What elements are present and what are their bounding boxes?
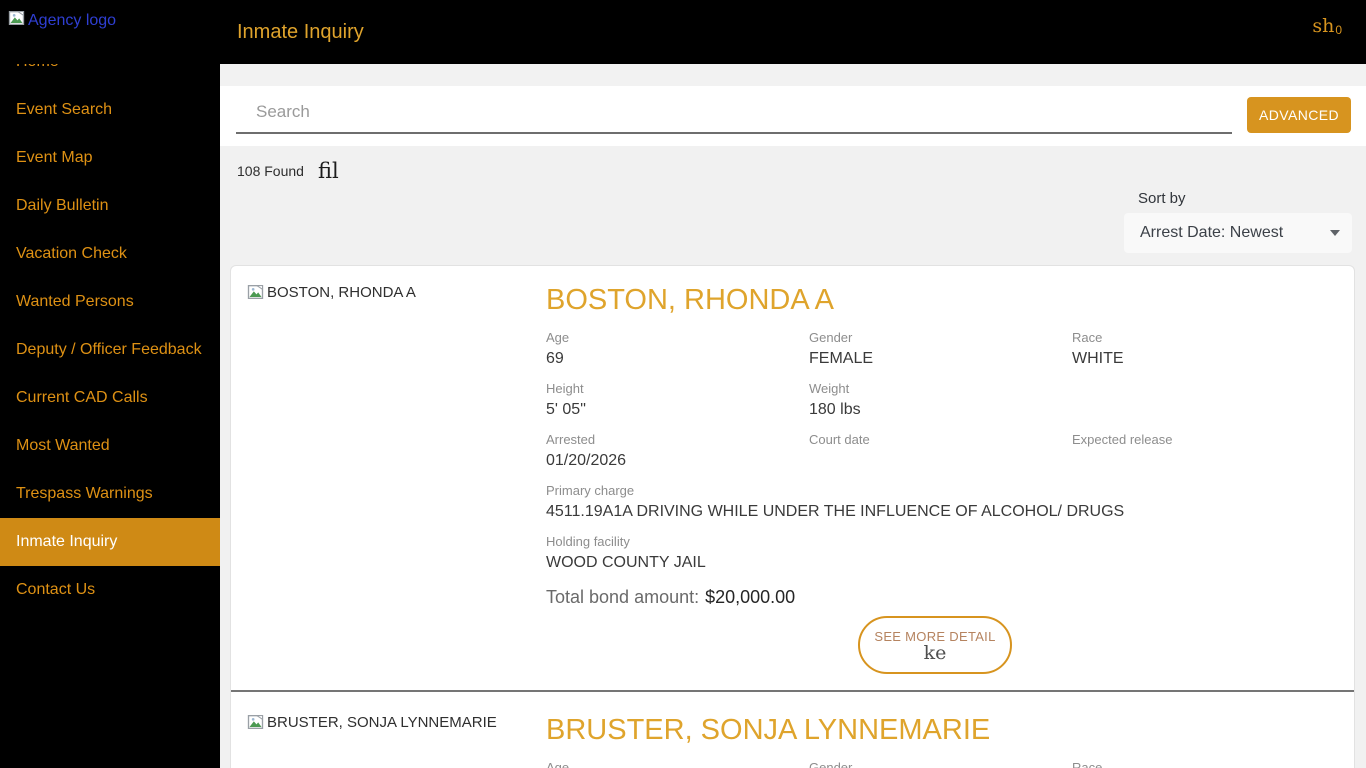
sidebar-item-current-cad-calls[interactable]: Current CAD Calls xyxy=(0,374,220,422)
search-bar-section: ADVANCED xyxy=(220,86,1366,146)
bond-value: $20,000.00 xyxy=(705,587,796,607)
sidebar-item-deputy-officer-feedback[interactable]: Deputy / Officer Feedback xyxy=(0,326,220,374)
field-label: Primary charge xyxy=(546,483,635,498)
inmate-card: BRUSTER, SONJA LYNNEMARIE BRUSTER, SONJA … xyxy=(231,692,1354,768)
results-section: 108 Found fil Sort by Arrest Date: Newes… xyxy=(220,146,1366,768)
see-more-detail-label: SEE MORE DETAIL xyxy=(874,628,996,644)
field-label: Race xyxy=(1072,760,1103,768)
field-label: Race xyxy=(1072,330,1103,345)
field-label: Age xyxy=(546,760,570,768)
inmate-details: BRUSTER, SONJA LYNNEMARIE Age33GenderFEMA… xyxy=(546,714,1324,768)
inmate-list: BOSTON, RHONDA A BOSTON, RHONDA A Age 69 Gen… xyxy=(230,265,1355,768)
inmate-photo-broken[interactable]: BOSTON, RHONDA A xyxy=(247,284,416,301)
inmate-field: Age33 xyxy=(546,760,809,768)
search-input[interactable] xyxy=(236,92,1232,134)
field-value: 5' 05" xyxy=(546,401,586,418)
broken-image-icon xyxy=(8,11,25,25)
inmate-field xyxy=(1072,381,1324,419)
sort-by-label: Sort by xyxy=(1138,190,1186,207)
sidebar-item-contact-us[interactable]: Contact Us xyxy=(0,566,220,614)
inmate-field: Weight 180 lbs xyxy=(809,381,1072,419)
field-value: 69 xyxy=(546,350,564,367)
broken-image-icon xyxy=(247,285,264,299)
agency-logo-alt-text: Agency logo xyxy=(28,11,117,29)
field-value: 180 lbs xyxy=(809,401,861,418)
field-value: 01/20/2026 xyxy=(546,452,627,469)
field-value: 4511.19A1A DRIVING WHILE UNDER THE INFLU… xyxy=(546,503,1125,520)
inmate-field-wide: Holding facility WOOD COUNTY JAIL xyxy=(546,534,1324,572)
inmate-field: Arrested 01/20/2026 xyxy=(546,432,809,470)
field-value xyxy=(809,451,1072,470)
sidebar-item-trespass-warnings[interactable]: Trespass Warnings xyxy=(0,470,220,518)
sidebar-nav: HomeEvent SearchEvent MapDaily BulletinV… xyxy=(0,38,220,614)
inmate-field: Age 69 xyxy=(546,330,809,368)
page-title: Inmate Inquiry xyxy=(237,20,364,43)
sidebar-item-vacation-check[interactable]: Vacation Check xyxy=(0,230,220,278)
inmate-photo-broken[interactable]: BRUSTER, SONJA LYNNEMARIE xyxy=(247,714,497,731)
inmate-field: GenderFEMALE xyxy=(809,760,1072,768)
main-content: ADVANCED 108 Found fil Sort by Arrest Da… xyxy=(220,64,1366,768)
advanced-search-button[interactable]: ADVANCED xyxy=(1247,97,1351,133)
inmate-details: BOSTON, RHONDA A Age 69 Gender FEMALE Race WHI… xyxy=(546,284,1324,674)
broken-image-icon xyxy=(247,715,264,729)
field-label: Weight xyxy=(809,381,850,396)
inmate-name-link[interactable]: BRUSTER, SONJA LYNNEMARIE xyxy=(546,714,1324,747)
inmate-field-grid: Age33GenderFEMALERaceBLACK xyxy=(546,760,1324,768)
sort-select[interactable]: Arrest Date: Newest xyxy=(1124,213,1352,253)
filter-list-icon[interactable]: fil xyxy=(318,159,339,183)
inmate-field: Gender FEMALE xyxy=(809,330,1072,368)
field-label: Arrested xyxy=(546,432,596,447)
agency-logo-link[interactable]: Agency logo xyxy=(8,10,116,31)
shopping-cart-icon: sh xyxy=(1312,15,1335,37)
sidebar-item-daily-bulletin[interactable]: Daily Bulletin xyxy=(0,182,220,230)
field-value: WOOD COUNTY JAIL xyxy=(546,554,706,571)
sidebar-item-most-wanted[interactable]: Most Wanted xyxy=(0,422,220,470)
sidebar-item-inmate-inquiry[interactable]: Inmate Inquiry xyxy=(0,518,220,566)
results-count: 108 Found xyxy=(237,163,304,179)
field-value xyxy=(1072,384,1324,403)
sidebar-item-event-search[interactable]: Event Search xyxy=(0,86,220,134)
inmate-field: RaceBLACK xyxy=(1072,760,1324,768)
sidebar-item-event-map[interactable]: Event Map xyxy=(0,134,220,182)
inmate-card: BOSTON, RHONDA A BOSTON, RHONDA A Age 69 Gen… xyxy=(231,266,1354,692)
top-header-bar: Agency logo Inmate Inquiry sh 0 xyxy=(0,0,1366,64)
inmate-field: Court date xyxy=(809,432,1072,470)
sidebar-item-wanted-persons[interactable]: Wanted Persons xyxy=(0,278,220,326)
field-label: Age xyxy=(546,330,570,345)
field-label: Gender xyxy=(809,760,853,768)
cart-count-badge: 0 xyxy=(1335,23,1342,37)
dropdown-arrow-icon xyxy=(1330,230,1340,236)
bond-amount-row: Total bond amount: $20,000.00 xyxy=(546,587,1324,608)
field-label: Gender xyxy=(809,330,853,345)
field-label: Expected release xyxy=(1072,432,1173,447)
inmate-photo-alt-text: BOSTON, RHONDA A xyxy=(267,284,416,301)
inmate-field: Height 5' 05" xyxy=(546,381,809,419)
field-value xyxy=(1072,451,1324,470)
logo-broken-image-holder xyxy=(8,10,25,31)
field-value: WHITE xyxy=(1072,350,1124,367)
bond-label: Total bond amount: xyxy=(546,587,700,607)
inmate-field-grid: Age 69 Gender FEMALE Race WHITE Height 5' 05" We… xyxy=(546,330,1324,572)
see-more-detail-button[interactable]: SEE MORE DETAIL ke xyxy=(858,616,1012,674)
sort-control: Sort by Arrest Date: Newest xyxy=(1124,190,1352,253)
inmate-field: Race WHITE xyxy=(1072,330,1324,368)
inmate-photo-alt-text: BRUSTER, SONJA LYNNEMARIE xyxy=(267,714,497,731)
sidebar: HomeEvent SearchEvent MapDaily BulletinV… xyxy=(0,0,220,768)
field-label: Court date xyxy=(809,432,870,447)
field-label: Height xyxy=(546,381,584,396)
keyboard-arrow-icon: ke xyxy=(923,643,947,662)
inmate-field: Expected release xyxy=(1072,432,1324,470)
results-count-row: 108 Found fil xyxy=(237,159,339,183)
inmate-field-wide: Primary charge 4511.19A1A DRIVING WHILE U… xyxy=(546,483,1324,521)
sort-selected-value: Arrest Date: Newest xyxy=(1140,224,1284,241)
cart-button[interactable]: sh 0 xyxy=(1312,15,1342,37)
field-label: Holding facility xyxy=(546,534,630,549)
inmate-name-link[interactable]: BOSTON, RHONDA A xyxy=(546,284,1324,317)
field-value: FEMALE xyxy=(809,350,874,367)
